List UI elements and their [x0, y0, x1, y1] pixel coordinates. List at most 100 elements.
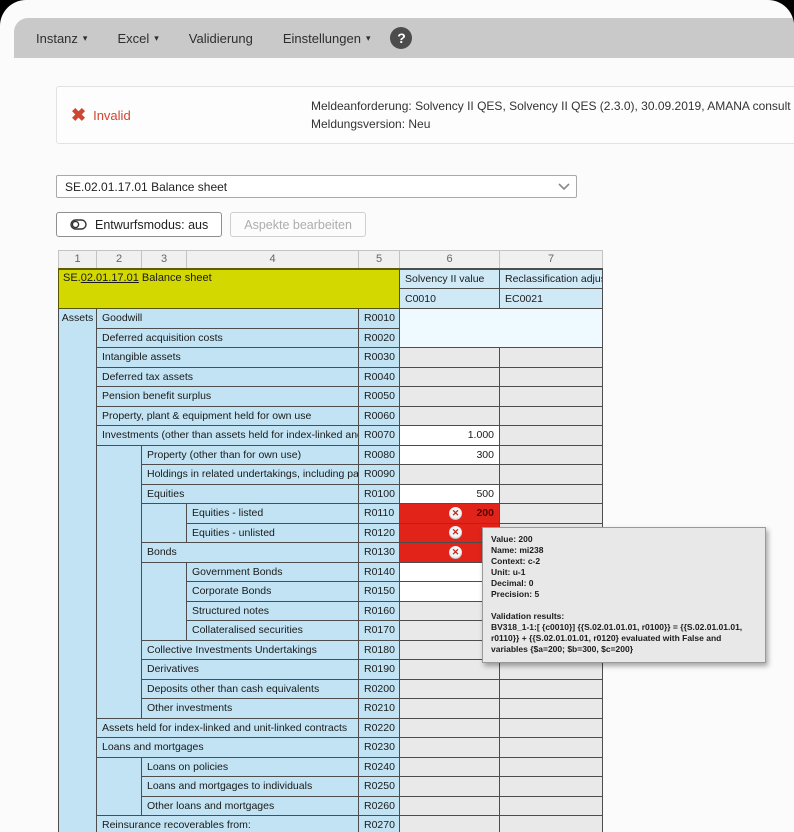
indent-cell: [97, 465, 142, 485]
value-cell-c0010-r0100[interactable]: 500: [400, 484, 500, 504]
menu-einstellungen[interactable]: Einstellungen ▾: [283, 31, 371, 46]
invalid-x-icon: ✖: [71, 106, 86, 124]
value-cell-ec0021-r0260: [500, 796, 603, 816]
tooltip-line: Context: c-2: [491, 556, 757, 567]
column-number-cell: 3: [142, 251, 187, 269]
row-group-assets: Assets: [59, 309, 97, 832]
indent-cell: [97, 640, 142, 660]
indent-cell: [97, 621, 142, 641]
table-row-r0250: Loans and mortgages to individualsR0250: [59, 777, 603, 797]
template-select[interactable]: SE.02.01.17.01 Balance sheet: [56, 175, 577, 198]
row-code-r0260: R0260: [359, 796, 400, 816]
report-requirement: Meldeanforderung: Solvency II QES, Solve…: [311, 97, 791, 115]
row-label-r0180: Collective Investments Undertakings: [142, 640, 359, 660]
value-cell-c0010-r0260: [400, 796, 500, 816]
value-cell-c0010-r0220: [400, 718, 500, 738]
row-code-r0150: R0150: [359, 582, 400, 602]
row-code-r0070: R0070: [359, 426, 400, 446]
row-label-r0160: Structured notes: [187, 601, 359, 621]
table-row-r0220: Assets held for index-linked and unit-li…: [59, 718, 603, 738]
row-code-r0200: R0200: [359, 679, 400, 699]
row-label-r0060: Property, plant & equipment held for own…: [97, 406, 359, 426]
column-code-c0010: C0010: [400, 289, 500, 309]
status-card: ✖ Invalid Meldeanforderung: Solvency II …: [56, 86, 794, 144]
column-number-cell: 6: [400, 251, 500, 269]
indent-cell: [142, 523, 187, 543]
row-code-r0270: R0270: [359, 816, 400, 832]
indent-cell: [97, 699, 142, 719]
table-row-r0080: Property (other than for own use)R008030…: [59, 445, 603, 465]
indent-cell: [142, 504, 187, 524]
row-label-r0220: Assets held for index-linked and unit-li…: [97, 718, 359, 738]
edit-aspects-label: Aspekte bearbeiten: [244, 218, 352, 232]
row-label-r0030: Intangible assets: [97, 348, 359, 368]
value-cell-ec0021-r0070: [500, 426, 603, 446]
draft-mode-button[interactable]: Entwurfsmodus: aus: [56, 212, 222, 237]
row-code-r0170: R0170: [359, 621, 400, 641]
row-code-r0100: R0100: [359, 484, 400, 504]
table-row-r0050: Pension benefit surplusR0050: [59, 387, 603, 407]
value-cell-c0010-r0110[interactable]: ✕200: [400, 504, 500, 524]
row-label-r0100: Equities: [142, 484, 359, 504]
template-select-value: SE.02.01.17.01 Balance sheet: [65, 180, 227, 194]
row-label-r0260: Other loans and mortgages: [142, 796, 359, 816]
value-cell-c0010-r0080[interactable]: 300: [400, 445, 500, 465]
value-cell-ec0021-r0230: [500, 738, 603, 758]
row-label-r0270: Reinsurance recoverables from:: [97, 816, 359, 832]
table-row-r0070: Investments (other than assets held for …: [59, 426, 603, 446]
row-code-r0190: R0190: [359, 660, 400, 680]
row-label-r0120: Equities - unlisted: [187, 523, 359, 543]
sheet-title-link[interactable]: 02.01.17.01: [81, 272, 139, 284]
row-code-r0230: R0230: [359, 738, 400, 758]
help-icon[interactable]: ?: [390, 27, 412, 49]
row-code-r0120: R0120: [359, 523, 400, 543]
draft-mode-label: Entwurfsmodus: aus: [95, 218, 208, 232]
indent-cell: [142, 601, 187, 621]
table-row-r0270: Reinsurance recoverables from:R0270: [59, 816, 603, 832]
row-label-r0240: Loans on policies: [142, 757, 359, 777]
tooltip-line: Precision: 5: [491, 589, 757, 600]
value-cell-c0010-r0040: [400, 367, 500, 387]
table-header-row-1: SE.02.01.17.01 Balance sheetSolvency II …: [59, 269, 603, 289]
indent-cell: [97, 562, 142, 582]
row-code-r0110: R0110: [359, 504, 400, 524]
value-cell-ec0021-r0220: [500, 718, 603, 738]
indent-cell: [97, 504, 142, 524]
report-info: Meldeanforderung: Solvency II QES, Solve…: [311, 97, 791, 133]
error-value: 200: [468, 507, 494, 519]
menu-instanz[interactable]: Instanz ▾: [36, 31, 87, 46]
menu-excel[interactable]: Excel ▾: [117, 31, 158, 46]
validation-tooltip: Value: 200Name: mi238Context: c-2Unit: u…: [482, 527, 766, 663]
value-cell-c0010-r0060: [400, 406, 500, 426]
row-label-r0020: Deferred acquisition costs: [97, 328, 359, 348]
value-cell-c0010-r0070[interactable]: 1.000: [400, 426, 500, 446]
table-row-r0260: Other loans and mortgagesR0260: [59, 796, 603, 816]
value-cell-ec0021-r0030: [500, 348, 603, 368]
sheet-title-prefix: SE.: [63, 272, 81, 284]
value-cell-ec0021-r0060: [500, 406, 603, 426]
edit-aspects-button[interactable]: Aspekte bearbeiten: [230, 212, 366, 237]
value-cell-c0010-r0030: [400, 348, 500, 368]
value-cell-ec0021-r0050: [500, 387, 603, 407]
row-code-r0250: R0250: [359, 777, 400, 797]
tooltip-line: Value: 200: [491, 534, 757, 545]
indent-cell: [97, 543, 142, 563]
row-label-r0070: Investments (other than assets held for …: [97, 426, 359, 446]
error-x-icon: ✕: [449, 526, 462, 539]
indent-cell: [142, 582, 187, 602]
error-x-icon: ✕: [449, 546, 462, 559]
value-cell-ec0021-r0270: [500, 816, 603, 832]
value-cell-ec0021-r0200: [500, 679, 603, 699]
sheet-title-cell: SE.02.01.17.01 Balance sheet: [59, 269, 400, 309]
row-code-r0220: R0220: [359, 718, 400, 738]
menu-excel-label: Excel: [117, 31, 149, 46]
value-cell-ec0021-r0110: [500, 504, 603, 524]
row-label-r0230: Loans and mortgages: [97, 738, 359, 758]
row-label-r0130: Bonds: [142, 543, 359, 563]
chevron-down-icon: ▾: [366, 34, 371, 43]
menu-validierung[interactable]: Validierung: [189, 31, 253, 46]
menu-instanz-label: Instanz: [36, 31, 78, 46]
table-row-r0030: Intangible assetsR0030: [59, 348, 603, 368]
column-number-cell: 2: [97, 251, 142, 269]
main-toolbar: Instanz ▾ Excel ▾ Validierung Einstellun…: [14, 18, 794, 58]
